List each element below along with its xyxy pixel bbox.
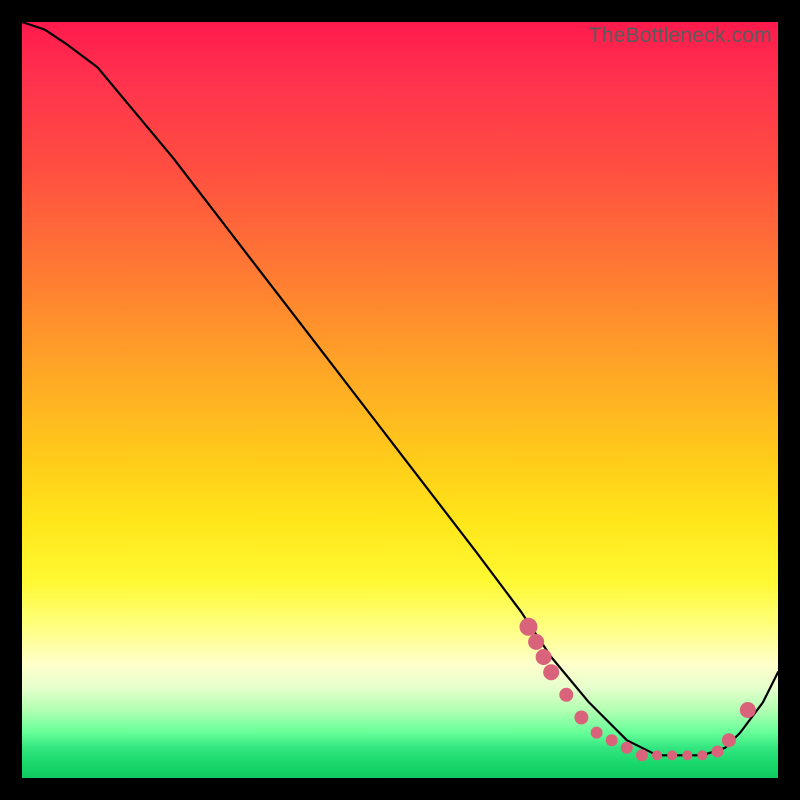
marker-dot <box>667 750 677 760</box>
marker-dot <box>559 688 573 702</box>
marker-dot <box>591 727 603 739</box>
marker-dot <box>574 711 588 725</box>
chart-plot <box>22 22 778 778</box>
watermark-label: TheBottleneck.com <box>589 24 772 48</box>
marker-group <box>520 618 756 762</box>
marker-dot <box>682 750 692 760</box>
marker-dot <box>606 734 618 746</box>
marker-dot <box>536 649 552 665</box>
marker-dot <box>621 742 633 754</box>
marker-dot <box>697 750 707 760</box>
marker-dot <box>543 664 559 680</box>
marker-dot <box>712 746 724 758</box>
marker-dot <box>520 618 538 636</box>
marker-dot <box>528 634 544 650</box>
marker-dot <box>636 749 648 761</box>
chart-frame: TheBottleneck.com <box>22 22 778 778</box>
marker-dot <box>722 733 736 747</box>
marker-dot <box>740 702 756 718</box>
curve-line <box>22 22 778 755</box>
marker-dot <box>652 750 662 760</box>
